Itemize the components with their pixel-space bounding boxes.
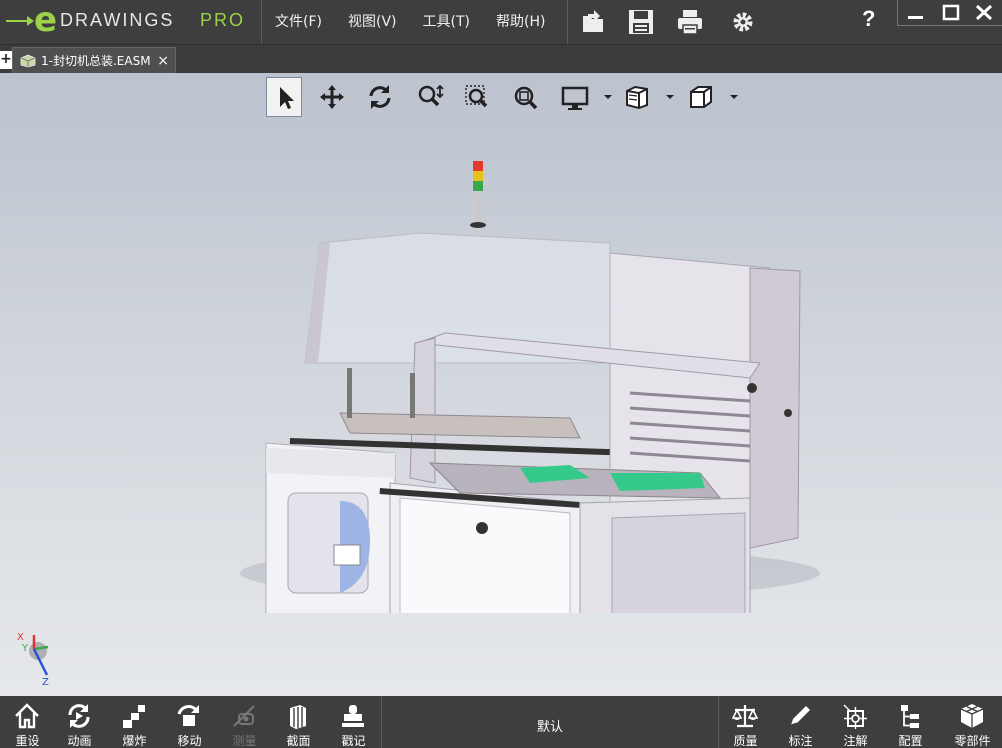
- section-button[interactable]: 截面: [271, 696, 326, 748]
- logo-arrow-icon: [6, 16, 34, 26]
- move-label: 移动: [177, 734, 202, 748]
- annotation-button[interactable]: 注解: [828, 696, 883, 748]
- home-icon: [15, 703, 39, 729]
- zoom-icon[interactable]: [412, 77, 448, 117]
- zoom-to-fit-icon[interactable]: [508, 77, 544, 117]
- triad-x-label: X: [17, 632, 24, 643]
- logo-e: e: [34, 0, 58, 40]
- configuration-label: 配置: [898, 734, 923, 748]
- section-icon: [290, 705, 306, 729]
- close-tab-icon[interactable]: ×: [157, 48, 169, 74]
- view-orientation-dropdown-icon[interactable]: [730, 95, 738, 99]
- document-tab-label: 1-封切机总装.EASM: [41, 54, 151, 68]
- configuration-icon: [901, 705, 919, 728]
- mass-label: 质量: [733, 734, 758, 748]
- animate-label: 动画: [67, 734, 92, 748]
- components-icon: [960, 704, 984, 728]
- view-orientation-icon[interactable]: [682, 77, 718, 117]
- settings-gear-icon[interactable]: [729, 8, 757, 36]
- add-tab-button[interactable]: +: [0, 51, 12, 69]
- section-label: 截面: [286, 734, 311, 748]
- configuration-name[interactable]: 默认: [382, 716, 718, 735]
- menu-bar: 文件(F) 视图(V) 工具(T) 帮助(H): [262, 0, 558, 44]
- move-icon: [177, 705, 199, 726]
- logo-word: DRAWINGS: [60, 10, 175, 30]
- stamp-icon: [342, 705, 364, 727]
- rotate-icon[interactable]: [362, 77, 398, 117]
- triad-z-label: Z: [42, 677, 49, 687]
- maximize-icon[interactable]: [937, 2, 965, 24]
- bottom-toolbar: 重设 动画 爆炸 移动 测量 截面 戳记 默认 质量 标注 注解 配置 零部件: [0, 696, 1002, 748]
- annotation-label: 注解: [843, 734, 868, 748]
- close-icon[interactable]: [970, 2, 998, 24]
- markup-label: 标注: [788, 734, 813, 748]
- menu-help[interactable]: 帮助(H): [483, 0, 558, 44]
- zoom-to-area-icon[interactable]: [460, 77, 496, 117]
- configuration-button[interactable]: 配置: [883, 696, 938, 748]
- mass-properties-button[interactable]: 质量: [718, 696, 773, 748]
- markup-button[interactable]: 标注: [773, 696, 828, 748]
- animate-button[interactable]: 动画: [52, 696, 107, 748]
- select-tool-button[interactable]: [266, 77, 302, 117]
- explode-label: 爆炸: [122, 734, 147, 748]
- measure-label: 测量: [232, 734, 257, 748]
- edrawings-logo: e DRAWINGS PRO: [0, 0, 262, 44]
- display-style-dropdown-icon[interactable]: [604, 95, 612, 99]
- triad-y-label: Y: [21, 643, 29, 654]
- measure-icon: [233, 705, 255, 727]
- measure-button[interactable]: 测量: [217, 696, 272, 748]
- mass-scale-icon: [731, 705, 759, 728]
- document-tab-bar: + 1-封切机总装.EASM ×: [0, 44, 1002, 74]
- components-label: 零部件: [954, 734, 991, 748]
- assembly-icon: [20, 54, 36, 68]
- annotation-icon: [843, 704, 867, 729]
- markup-pencil-icon: [790, 706, 810, 726]
- 3d-viewport[interactable]: X Y Z: [0, 73, 1002, 696]
- menu-file[interactable]: 文件(F): [262, 0, 335, 44]
- pan-icon[interactable]: [314, 77, 350, 117]
- menu-divider: [567, 0, 568, 44]
- open-icon[interactable]: [580, 8, 608, 36]
- logo-pro: PRO: [200, 10, 246, 30]
- stamp-label: 戳记: [341, 734, 366, 748]
- animate-icon: [68, 704, 90, 728]
- move-button[interactable]: 移动: [162, 696, 217, 748]
- print-icon[interactable]: [676, 8, 704, 36]
- components-button[interactable]: 零部件: [945, 696, 1000, 748]
- menu-tools[interactable]: 工具(T): [410, 0, 483, 44]
- explode-icon: [123, 705, 145, 728]
- axis-triad: X Y Z: [17, 632, 49, 687]
- minimize-icon[interactable]: [902, 2, 930, 24]
- shaded-view-icon[interactable]: [618, 77, 654, 117]
- save-icon[interactable]: [627, 8, 655, 36]
- sealing-machine-model[interactable]: [230, 153, 820, 613]
- reset-button[interactable]: 重设: [0, 696, 55, 748]
- document-tab[interactable]: 1-封切机总装.EASM ×: [12, 47, 176, 74]
- select-arrow-icon: [280, 87, 294, 109]
- title-toolbar: e DRAWINGS PRO 文件(F) 视图(V) 工具(T) 帮助(H) ?: [0, 0, 1002, 44]
- explode-button[interactable]: 爆炸: [107, 696, 162, 748]
- help-button[interactable]: ?: [862, 6, 875, 32]
- shaded-view-dropdown-icon[interactable]: [666, 95, 674, 99]
- display-style-icon[interactable]: [556, 77, 592, 117]
- menu-view[interactable]: 视图(V): [335, 0, 410, 44]
- stamp-button[interactable]: 戳记: [326, 696, 381, 748]
- reset-label: 重设: [15, 734, 40, 748]
